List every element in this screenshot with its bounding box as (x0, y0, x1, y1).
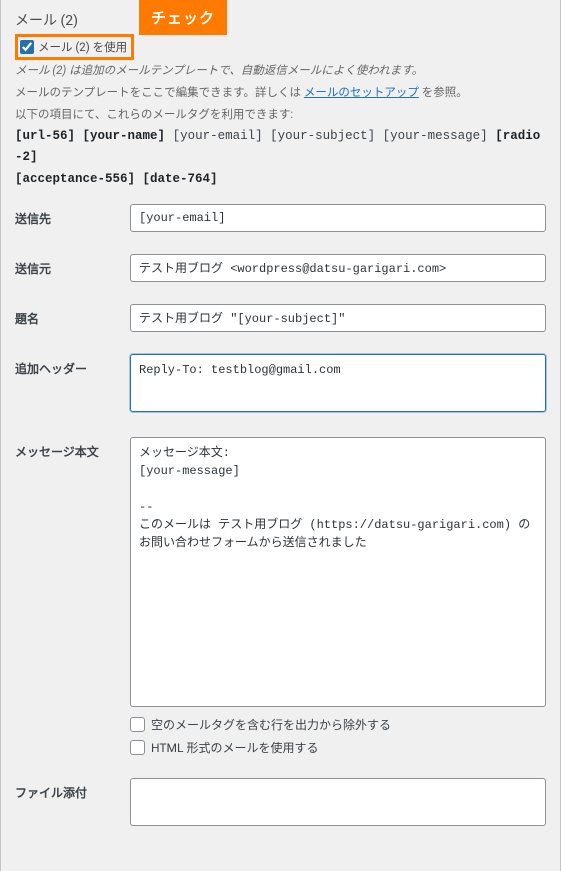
input-from[interactable] (130, 254, 546, 282)
row-headers: 追加ヘッダー (15, 354, 546, 415)
textarea-file[interactable] (130, 778, 546, 826)
label-to: 送信先 (15, 204, 130, 227)
textarea-headers[interactable] (130, 354, 546, 412)
opt-exclude-blank-label: 空のメールタグを含む行を出力から除外する (151, 716, 391, 733)
mail-tags: [url-56] [your-name] [your-email] [your-… (15, 126, 546, 190)
mail2-desc2: メールのテンプレートをここで編集できます。詳しくは メールのセットアップ を参照… (15, 84, 546, 100)
tag-your-email: [your-email] (173, 129, 263, 143)
callout-badge: チェック (139, 0, 227, 35)
form-grid: 送信先 送信元 題名 追加ヘッダー メッセージ本文 (15, 204, 546, 829)
tag-your-message: [your-message] (383, 129, 488, 143)
tag-acceptance: [acceptance-556] (15, 172, 135, 186)
checkbox-exclude-blank[interactable] (130, 717, 145, 732)
label-subject: 題名 (15, 304, 130, 327)
mail-setup-link[interactable]: メールのセットアップ (304, 85, 419, 99)
header-row: メール (2) を使用 (15, 34, 546, 60)
section-title: メール (2) (15, 10, 546, 30)
body-options: 空のメールタグを含む行を出力から除外する HTML 形式のメールを使用する (15, 716, 546, 756)
row-from: 送信元 (15, 254, 546, 282)
row-to: 送信先 (15, 204, 546, 232)
input-to[interactable] (130, 204, 546, 232)
label-headers: 追加ヘッダー (15, 354, 130, 377)
opt-use-html-row[interactable]: HTML 形式のメールを使用する (130, 739, 546, 756)
label-file: ファイル添付 (15, 778, 130, 801)
use-mail2-label[interactable]: メール (2) を使用 (38, 39, 127, 55)
checkbox-use-html[interactable] (130, 740, 145, 755)
tag-your-name: [your-name] (83, 129, 166, 143)
label-from: 送信元 (15, 254, 130, 277)
tag-url56: [url-56] (15, 129, 75, 143)
desc2-post: を参照。 (422, 85, 468, 99)
use-mail2-checkbox[interactable] (20, 40, 34, 54)
row-body: メッセージ本文 (15, 437, 546, 710)
label-body: メッセージ本文 (15, 437, 130, 460)
tag-your-subject: [your-subject] (270, 129, 375, 143)
row-file: ファイル添付 (15, 778, 546, 829)
tag-date: [date-764] (143, 172, 218, 186)
opt-exclude-blank-row[interactable]: 空のメールタグを含む行を出力から除外する (130, 716, 546, 733)
use-mail2-highlight: メール (2) を使用 (15, 34, 134, 60)
mail2-desc1: メール (2) は追加のメールテンプレートで、自動返信メールによく使われます。 (15, 62, 546, 78)
textarea-body[interactable] (130, 437, 546, 707)
mail2-settings-pane: メール (2) メール (2) を使用 チェック メール (2) は追加のメール… (0, 0, 561, 871)
mail2-desc3: 以下の項目にて、これらのメールタグを利用できます: (15, 106, 546, 122)
opt-use-html-label: HTML 形式のメールを使用する (151, 739, 318, 756)
desc2-pre: メールのテンプレートをここで編集できます。詳しくは (15, 85, 301, 99)
input-subject[interactable] (130, 304, 546, 332)
row-subject: 題名 (15, 304, 546, 332)
